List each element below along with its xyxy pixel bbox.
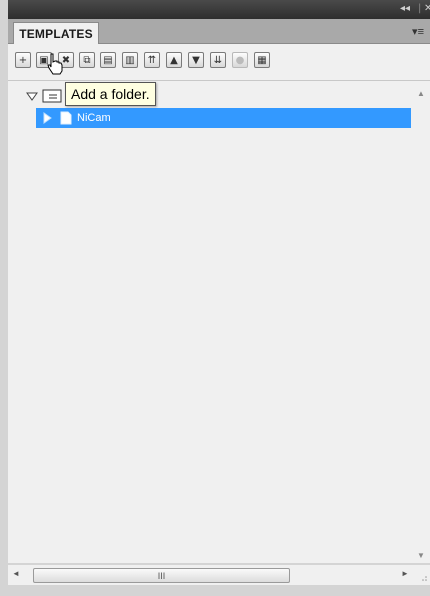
tab-templates[interactable]: TEMPLATES (13, 22, 99, 44)
resize-grip[interactable] (413, 565, 430, 585)
scroll-down-icon[interactable]: ▼ (417, 551, 425, 560)
disabled-icon[interactable]: ● (232, 52, 248, 68)
document-icon (60, 111, 72, 125)
templates-tree: NiCam ▲ ▼ (8, 81, 430, 563)
properties-icon[interactable]: ▦ (254, 52, 270, 68)
panel-menu-icon[interactable]: ▾≡ (412, 25, 424, 38)
close-icon[interactable]: ✕ (424, 3, 430, 14)
hand-cursor-icon (47, 53, 63, 75)
divider: | (418, 3, 422, 14)
tree-item-label: NiCam (77, 112, 111, 124)
scroll-up-icon[interactable]: ▲ (417, 89, 425, 98)
horizontal-scrollbar[interactable]: ◄ III ► (8, 565, 413, 585)
panel-bottom-edge (8, 585, 430, 596)
collapse-icon[interactable]: ◂◂ (400, 3, 410, 14)
vertical-scrollbar[interactable]: ▲ ▼ (414, 81, 430, 563)
templates-panel: ◂◂ | ✕ TEMPLATES ▾≡ + ▣ ✖ ⧉ ▤ ▥ ⇈ ▲ ▼ ⇊ … (0, 0, 430, 596)
expand-triangle-icon[interactable] (26, 90, 38, 102)
scroll-right-icon[interactable]: ► (401, 569, 409, 578)
tooltip: Add a folder. (65, 82, 156, 106)
resize-grip-icon[interactable] (413, 565, 430, 585)
tab-row: TEMPLATES ▾≡ (8, 19, 430, 44)
folder-icon (42, 89, 62, 103)
tree-item-nicam[interactable]: NiCam (36, 108, 411, 128)
scroll-left-icon[interactable]: ◄ (12, 569, 20, 578)
copy-icon[interactable]: ⧉ (79, 52, 95, 68)
panel-title-bar: ◂◂ | ✕ (8, 0, 430, 19)
templates-toolbar: + ▣ ✖ ⧉ ▤ ▥ ⇈ ▲ ▼ ⇊ ● ▦ (8, 44, 430, 81)
tree-root-row[interactable] (26, 86, 62, 106)
move-up-icon[interactable]: ▲ (166, 52, 182, 68)
scroll-thumb[interactable]: III (33, 568, 290, 583)
thumb-grip: III (157, 570, 166, 581)
move-down-icon[interactable]: ▼ (188, 52, 204, 68)
move-to-top-icon[interactable]: ⇈ (144, 52, 160, 68)
move-to-bottom-icon[interactable]: ⇊ (210, 52, 226, 68)
import-icon[interactable]: ▤ (100, 52, 116, 68)
paste-icon[interactable]: ▥ (122, 52, 138, 68)
expand-arrow-icon[interactable] (41, 112, 53, 124)
add-icon[interactable]: + (15, 52, 31, 68)
